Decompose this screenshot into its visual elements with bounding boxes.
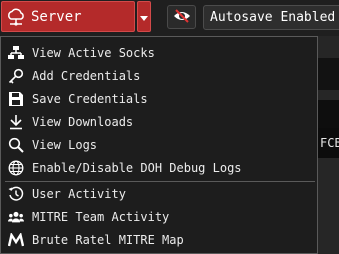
- menu-item-label: Add Credentials: [32, 68, 141, 83]
- top-toolbar: Server Autosave Enabled: [0, 0, 339, 36]
- menu-item-mitre-team-activity[interactable]: MITRE Team Activity: [1, 205, 317, 228]
- menu-item-label: Save Credentials: [32, 91, 148, 106]
- menu-item-label: View Active Socks: [32, 45, 155, 60]
- menu-item-add-credentials[interactable]: Add Credentials: [1, 64, 317, 87]
- menu-item-label: User Activity: [32, 186, 126, 201]
- globe-icon: [8, 160, 24, 176]
- magnifier-icon: [8, 137, 24, 153]
- background-row: [318, 58, 339, 90]
- menu-item-label: Brute Ratel MITRE Map: [32, 232, 184, 247]
- history-icon: [8, 186, 24, 202]
- server-dropdown-menu: View Active Socks Add Credentials Save C…: [0, 36, 318, 254]
- key-icon: [8, 68, 24, 84]
- server-button[interactable]: Server: [1, 1, 135, 32]
- background-row: [318, 100, 339, 128]
- menu-item-user-activity[interactable]: User Activity: [1, 182, 317, 205]
- menu-item-label: MITRE Team Activity: [32, 209, 170, 224]
- background-cell-text: FCB: [320, 136, 339, 150]
- mitre-logo-icon: [8, 232, 24, 248]
- menu-item-doh-debug-logs[interactable]: Enable/Disable DOH Debug Logs: [1, 156, 317, 179]
- menu-item-view-active-socks[interactable]: View Active Socks: [1, 41, 317, 64]
- server-button-label: Server: [31, 8, 82, 25]
- network-icon: [8, 45, 24, 61]
- menu-item-brute-ratel-mitre-map[interactable]: Brute Ratel MITRE Map: [1, 228, 317, 251]
- menu-item-label: View Logs: [32, 137, 98, 152]
- server-dropdown-button[interactable]: [137, 1, 151, 32]
- menu-item-view-logs[interactable]: View Logs: [1, 133, 317, 156]
- menu-item-save-credentials[interactable]: Save Credentials: [1, 87, 317, 110]
- server-cloud-icon: [5, 6, 27, 28]
- menu-item-label: View Downloads: [32, 114, 134, 129]
- floppy-disk-icon: [8, 91, 24, 107]
- chevron-down-icon: [140, 7, 148, 26]
- eye-slash-icon: [173, 8, 191, 27]
- autosave-label: Autosave Enabled: [210, 10, 336, 25]
- visibility-toggle-button[interactable]: [167, 5, 196, 29]
- download-icon: [8, 114, 24, 130]
- team-icon: [8, 209, 24, 225]
- menu-item-view-downloads[interactable]: View Downloads: [1, 110, 317, 133]
- menu-item-label: Enable/Disable DOH Debug Logs: [32, 160, 242, 175]
- autosave-button[interactable]: Autosave Enabled: [203, 5, 339, 30]
